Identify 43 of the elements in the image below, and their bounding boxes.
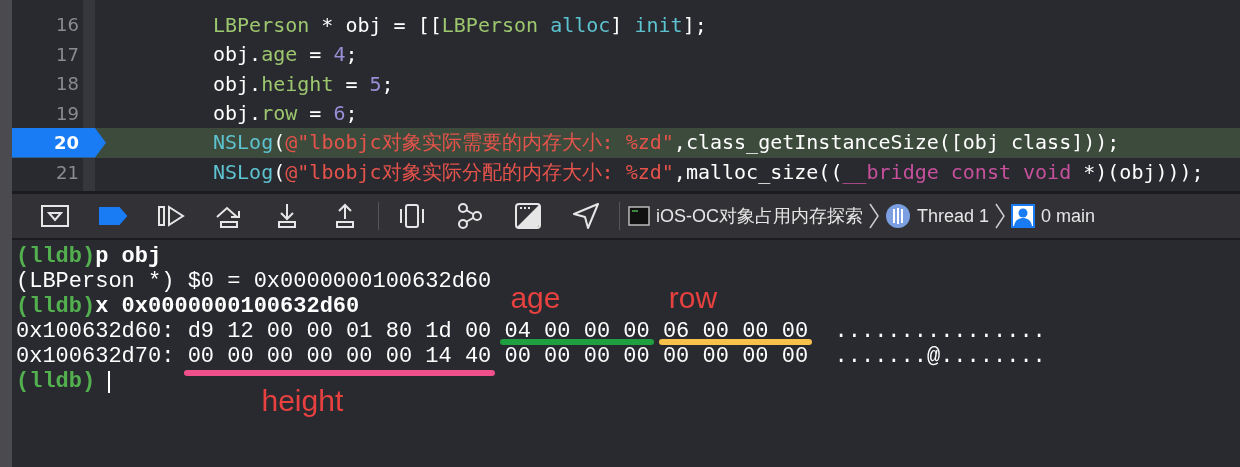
- console-command: p obj: [95, 244, 162, 269]
- code-line: obj.age = 4;: [212, 42, 358, 67]
- console-command: x 0x0000000100632d60: [95, 294, 360, 319]
- memory-address: 0x100632d70:: [16, 344, 176, 369]
- text-cursor: [108, 370, 111, 393]
- annotation-label: height: [261, 384, 344, 418]
- line-number: 17: [55, 42, 80, 67]
- step-out-icon: [333, 203, 357, 229]
- code-line: NSLog(@"lbobjc对象实际分配的内存大小: %zd",malloc_size((__bridge const void *)(obj)));: [212, 158, 1204, 186]
- console-output: (LBPerson *) $0 = 0x0000000100632d60: [16, 269, 492, 294]
- breadcrumb[interactable]: Thread 1: [881, 203, 994, 229]
- line-number: 21: [55, 160, 80, 185]
- terminal-icon: [628, 206, 650, 226]
- chevron-icon: [869, 203, 879, 229]
- line-number: 19: [55, 101, 80, 126]
- code-line: NSLog(@"lbobjc对象实际需要的内存大小: %zd",class_getInstanceSize([obj class]));: [212, 129, 1120, 157]
- breadcrumb[interactable]: 0 main: [1007, 204, 1100, 228]
- code-line: obj.height = 5;: [212, 71, 394, 96]
- hide-console-icon: [41, 202, 69, 230]
- line-number: 18: [55, 72, 80, 97]
- breadcrumb[interactable]: iOS-OC对象占用内存探索: [624, 204, 867, 228]
- memory-graph-icon: [456, 202, 484, 230]
- chevron-icon: [995, 203, 1006, 229]
- lldb-prompt: (lldb): [16, 244, 96, 269]
- memory-ascii: ................: [834, 319, 1046, 344]
- continue-icon: [157, 204, 185, 228]
- lldb-prompt: (lldb): [16, 294, 96, 319]
- code-line: obj.row = 6;: [212, 101, 358, 126]
- memory-bytes: 00 00 00 00 00 00 14 40 00 00 00 00 00 00 00 00: [187, 344, 809, 369]
- location-icon: [572, 202, 600, 230]
- environment-overrides-icon: [515, 203, 541, 229]
- line-number: 16: [55, 13, 80, 38]
- view-hierarchy-icon: [398, 203, 426, 229]
- memory-ascii: .......@........: [834, 344, 1046, 369]
- lldb-prompt: (lldb): [16, 369, 96, 394]
- memory-bytes: d9 12 00 00 01 80 1d 00 04 00 00 00 06 00 00 00: [187, 319, 809, 344]
- annotation-label: age: [510, 281, 561, 315]
- code-line: LBPerson * obj = [[LBPerson alloc] init];: [212, 12, 707, 37]
- person-icon: [1011, 204, 1036, 228]
- step-into-icon: [275, 203, 299, 229]
- memory-address: 0x100632d60:: [16, 319, 176, 344]
- annotation-label: row: [668, 281, 718, 315]
- thread-icon: [885, 203, 911, 229]
